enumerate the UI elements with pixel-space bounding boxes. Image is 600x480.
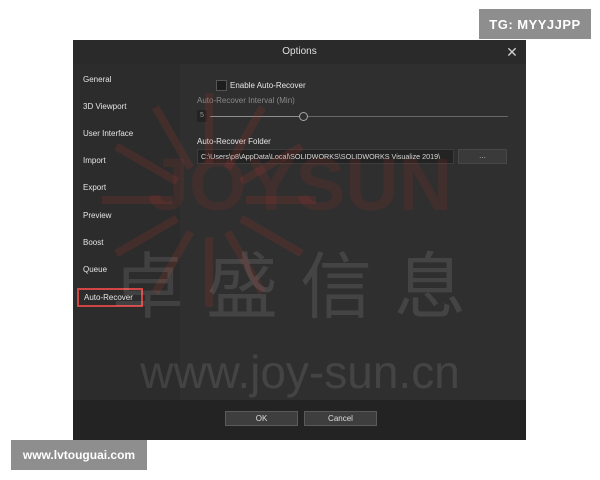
- interval-slider-thumb[interactable]: [299, 112, 308, 121]
- sidebar-item-boost[interactable]: Boost: [77, 233, 143, 252]
- dialog-footer: OK Cancel: [73, 400, 526, 440]
- enable-auto-recover-label: Enable Auto-Recover: [230, 81, 306, 90]
- top-tag-text: TG: MYYJJPP: [489, 16, 581, 32]
- ok-button[interactable]: OK: [225, 411, 298, 426]
- bottom-watermark-tag: www.lvtouguai.com: [11, 440, 147, 470]
- cancel-button[interactable]: Cancel: [304, 411, 377, 426]
- sidebar-item-auto-recover[interactable]: Auto-Recover: [77, 288, 143, 307]
- dialog-title: Options: [282, 46, 317, 57]
- sidebar-item-export[interactable]: Export: [77, 178, 143, 197]
- top-watermark-tag: TG: MYYJJPP: [479, 9, 591, 39]
- sidebar-item-queue[interactable]: Queue: [77, 260, 143, 279]
- interval-slider-fill: [210, 116, 302, 117]
- interval-label: Auto-Recover Interval (Min): [197, 96, 295, 105]
- sidebar-item-import[interactable]: Import: [77, 151, 143, 170]
- folder-path-input[interactable]: C:\Users\p8\AppData\Local\SOLIDWORKS\SOL…: [197, 149, 454, 164]
- sidebar-item-3d-viewport[interactable]: 3D Viewport: [77, 97, 143, 116]
- title-bar: Options ✕: [73, 40, 526, 65]
- options-dialog: Options ✕ General 3D Viewport User Inter…: [73, 40, 526, 440]
- folder-label: Auto-Recover Folder: [197, 137, 271, 146]
- sidebar-item-user-interface[interactable]: User Interface: [77, 124, 143, 143]
- options-sidebar: General 3D Viewport User Interface Impor…: [73, 64, 180, 400]
- bottom-tag-text: www.lvtouguai.com: [22, 448, 136, 462]
- sidebar-item-preview[interactable]: Preview: [77, 206, 143, 225]
- interval-value[interactable]: 5: [197, 110, 207, 122]
- auto-recover-panel: Enable Auto-Recover Auto-Recover Interva…: [180, 64, 526, 400]
- enable-auto-recover-checkbox[interactable]: [216, 80, 227, 91]
- sidebar-item-general[interactable]: General: [77, 70, 143, 89]
- close-icon[interactable]: ✕: [504, 44, 520, 60]
- browse-button[interactable]: ...: [458, 149, 507, 164]
